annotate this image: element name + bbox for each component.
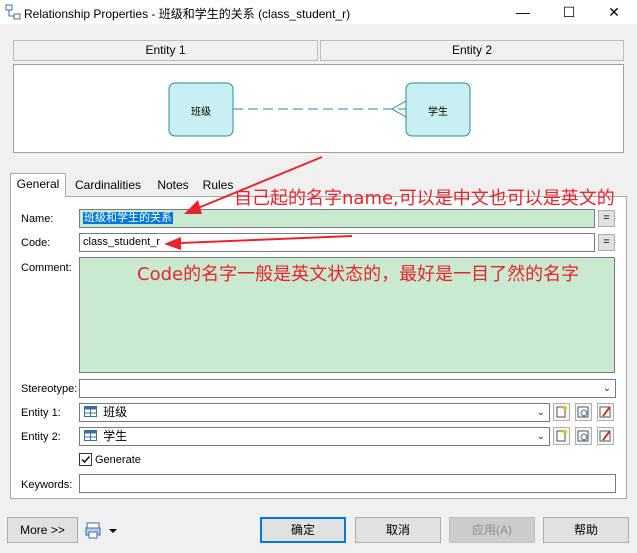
name-label: Name: [21,213,54,225]
code-sync-button[interactable]: = [598,234,615,251]
code-value: class_student_r [83,236,161,248]
comment-label: Comment: [21,262,72,274]
window-title: Relationship Properties - 班级和学生的关系 (clas… [24,7,351,21]
chevron-down-icon[interactable]: ⌄ [599,380,615,397]
entity-properties-icon[interactable] [597,403,614,421]
browse-entity-icon[interactable] [575,403,592,421]
browse-entity-icon[interactable] [575,427,592,445]
new-entity-icon[interactable] [553,403,570,421]
relationship-app-icon [5,4,21,20]
entity2-select[interactable]: 学生 [79,427,550,446]
stereotype-select[interactable] [79,379,616,398]
keywords-label: Keywords: [21,479,73,491]
maximize-button[interactable]: ☐ [546,0,592,24]
entity-table-icon [84,406,97,417]
code-field[interactable]: class_student_r [79,233,595,252]
entity2-field-label: Entity 2: [21,431,61,443]
close-button[interactable]: ✕ [591,0,637,24]
generate-label: Generate [95,454,141,466]
code-label: Code: [21,237,51,249]
printer-icon [85,522,117,539]
more-button[interactable]: More >> [7,517,78,543]
name-value: 班级和学生的关系 [83,212,173,224]
apply-button[interactable]: 应用(A) [449,517,535,543]
relationship-preview: 班级 学生 [13,64,624,153]
chevron-down-icon[interactable]: ⌄ [533,404,549,421]
entity2-select-value: 学生 [103,429,128,443]
minimize-button[interactable]: — [500,0,546,24]
entity2-box-label: 学生 [428,107,448,118]
relationship-diagram [168,82,471,137]
cancel-button[interactable]: 取消 [355,517,441,543]
entity2-header: Entity 2 [320,40,624,61]
name-annotation: 自己起的名字name,可以是中文也可以是英文的 [234,188,615,209]
entity-table-icon [84,430,97,441]
help-button[interactable]: 帮助 [543,517,629,543]
entity1-field-label: Entity 1: [21,407,61,419]
entity1-header: Entity 1 [13,40,318,61]
entity1-select[interactable]: 班级 [79,403,550,422]
code-annotation: Code的名字一般是英文状态的，最好是一目了然的名字 [137,264,580,285]
generate-checkbox[interactable] [79,453,92,466]
ok-button[interactable]: 确定 [260,517,346,543]
tab-notes[interactable]: Notes [150,175,196,196]
crowfoot-bottom [391,108,407,118]
name-field[interactable]: 班级和学生的关系 [79,209,595,228]
keywords-field[interactable] [79,474,616,493]
chevron-down-icon[interactable]: ⌄ [533,428,549,445]
entity1-select-value: 班级 [103,405,128,419]
tab-rules[interactable]: Rules [198,175,238,196]
entity1-box-label: 班级 [191,107,211,118]
entity-properties-icon[interactable] [597,427,614,445]
name-sync-button[interactable]: = [598,210,615,227]
tab-cardinalities[interactable]: Cardinalities [68,175,148,196]
tab-general[interactable]: General [10,173,66,197]
print-menu-button[interactable] [85,520,121,540]
crowfoot-top [391,100,407,110]
stereotype-label: Stereotype: [21,383,78,395]
checkmark-icon [81,456,91,464]
new-entity-icon[interactable] [553,427,570,445]
